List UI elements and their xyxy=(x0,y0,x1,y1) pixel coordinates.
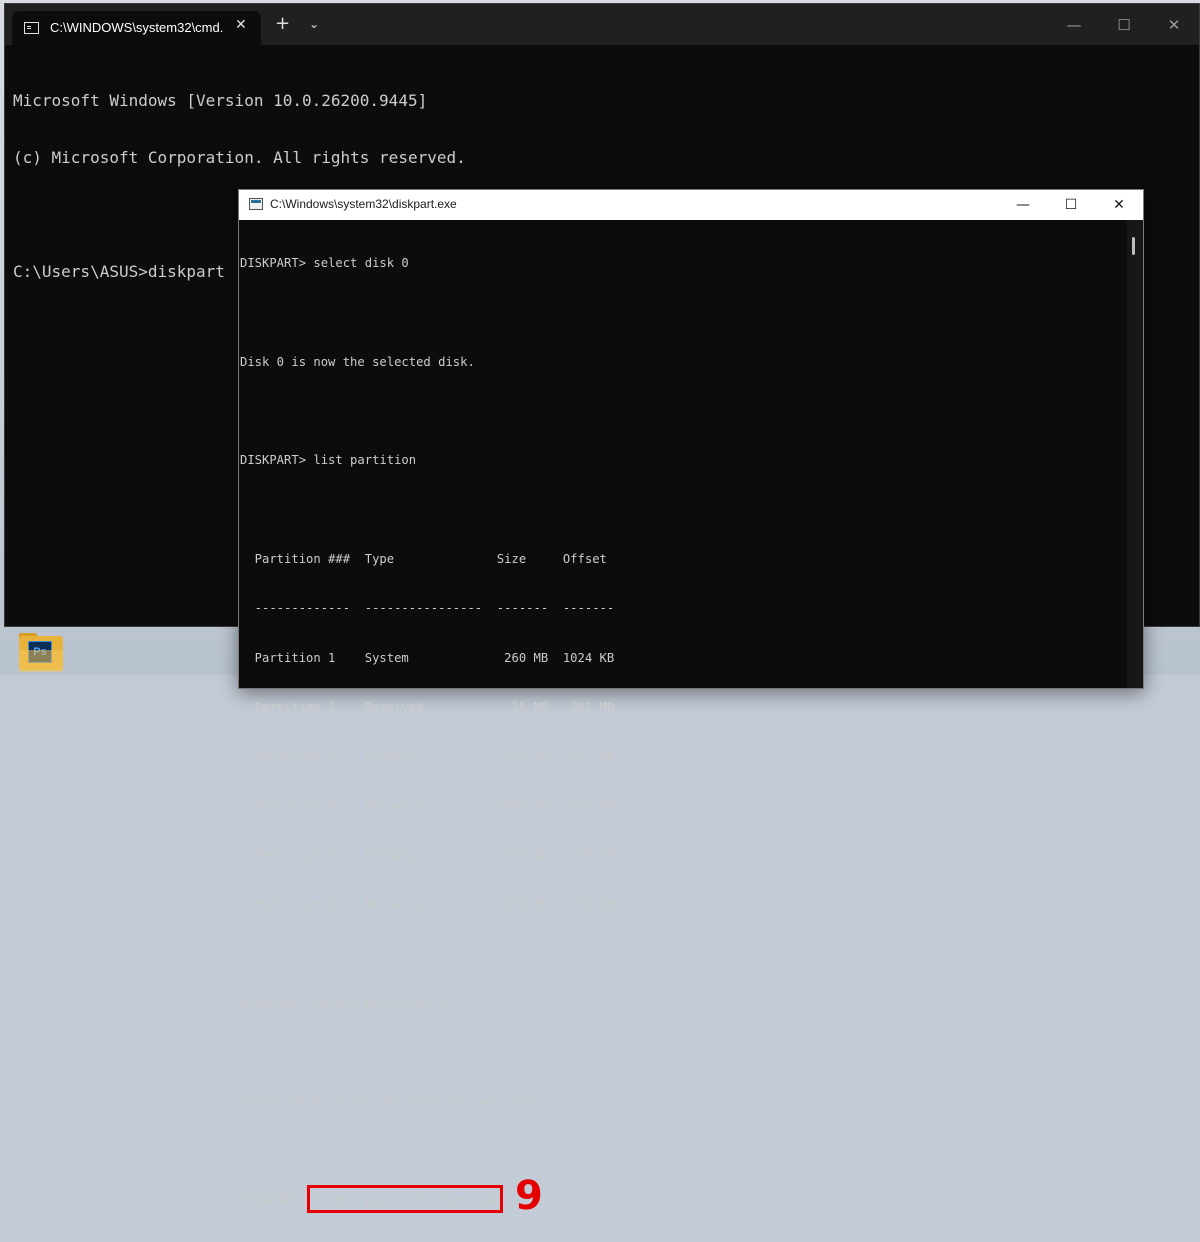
close-button[interactable]: ✕ xyxy=(1095,190,1143,220)
diskpart-window-controls: — ☐ ✕ xyxy=(999,190,1143,220)
new-tab-icon[interactable]: + xyxy=(275,15,290,33)
terminal-line: (c) Microsoft Corporation. All rights re… xyxy=(13,148,466,167)
scrollbar-thumb[interactable] xyxy=(1132,237,1135,255)
maximize-button[interactable]: ☐ xyxy=(1047,190,1095,220)
console-line: Partition 4 is now the selected partitio… xyxy=(240,1094,549,1109)
terminal-line: Microsoft Windows [Version 10.0.26200.94… xyxy=(13,91,428,110)
folder-front-shape xyxy=(19,650,63,672)
partition-row: Partition 3 Primary 225 GB 277 MB xyxy=(240,749,615,764)
folder-icon[interactable]: Ps xyxy=(19,633,63,672)
terminal-tab[interactable]: C:\WINDOWS\system32\cmd. ✕ xyxy=(12,11,261,45)
partition-row: Partition 5 Primary 250 GB 226 GB xyxy=(240,848,615,863)
console-icon xyxy=(249,198,263,210)
minimize-button[interactable]: — xyxy=(999,190,1047,220)
partition-row: Partition 2 Reserved 16 MB 261 MB xyxy=(240,700,615,714)
console-line: DISKPART> select disk 0 xyxy=(240,255,409,270)
terminal-titlebar[interactable]: C:\WINDOWS\system32\cmd. ✕ + ⌄ — ☐ ✕ xyxy=(5,4,1199,45)
diskpart-window-title: C:\Windows\system32\diskpart.exe xyxy=(270,197,457,211)
partition-row: Partition 4 Recovery 1047 MB 225 GB xyxy=(240,798,615,813)
highlighted-command: delete partition override xyxy=(307,1185,504,1214)
diskpart-titlebar[interactable]: C:\Windows\system32\diskpart.exe — ☐ ✕ xyxy=(239,190,1143,220)
console-line: DISKPART> list partition xyxy=(240,453,417,468)
highlight-box xyxy=(307,1185,504,1214)
diskpart-window[interactable]: C:\Windows\system32\diskpart.exe — ☐ ✕ D… xyxy=(238,189,1144,1216)
console-icon xyxy=(24,22,39,34)
minimize-button[interactable]: — xyxy=(1049,4,1099,45)
partition-table-divider: ------------- ---------------- ------- -… xyxy=(240,601,615,616)
console-line: DISKPART> select partition 4 xyxy=(240,996,446,1011)
scrollbar[interactable] xyxy=(1127,220,1143,688)
current-command-line: DISKPART> delete partition override 9 xyxy=(240,1176,614,1216)
terminal-window-controls: — ☐ ✕ xyxy=(1049,4,1199,45)
partition-row: Partition 6 Recovery 650 MB 476 GB xyxy=(240,897,615,912)
maximize-button[interactable]: ☐ xyxy=(1099,4,1149,45)
console-line: Disk 0 is now the selected disk. xyxy=(240,354,475,369)
tab-close-icon[interactable]: ✕ xyxy=(235,17,247,33)
diskpart-output[interactable]: DISKPART> select disk 0 Disk 0 is now th… xyxy=(240,222,614,1242)
close-button[interactable]: ✕ xyxy=(1149,4,1199,45)
chevron-down-icon[interactable]: ⌄ xyxy=(309,17,319,31)
terminal-tab-title: C:\WINDOWS\system32\cmd. xyxy=(50,20,224,35)
partition-table-header: Partition ### Type Size Offset xyxy=(240,551,607,566)
step-number-badge: 9 xyxy=(515,1173,543,1220)
partition-row: Partition 1 System 260 MB 1024 KB xyxy=(240,650,615,665)
diskpart-prompt: DISKPART> xyxy=(240,1193,314,1208)
